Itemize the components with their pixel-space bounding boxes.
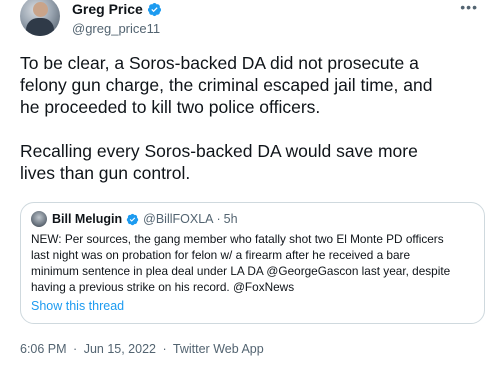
- tweet-text-line: lives than gun control.: [20, 163, 191, 183]
- avatar-body: [26, 18, 54, 36]
- quoted-separator: ·: [216, 212, 221, 226]
- verified-badge-icon: [147, 2, 161, 16]
- show-thread-link[interactable]: Show this thread: [31, 299, 124, 313]
- author-avatar[interactable]: [20, 0, 60, 36]
- author-name-row: Greg Price: [72, 1, 162, 17]
- tweet-header: Greg Price @greg_price11 •••: [20, 0, 490, 46]
- tweet-date[interactable]: Jun 15, 2022: [84, 342, 156, 356]
- meta-separator: ·: [162, 342, 167, 356]
- quoted-tweet-text: NEW: Per sources, the gang member who fa…: [31, 231, 481, 295]
- tweet-time[interactable]: 6:06 PM: [20, 342, 67, 356]
- tweet-text-line: To be clear, a Soros-backed DA did not p…: [20, 53, 419, 73]
- quoted-tweet[interactable]: Bill Melugin @BillFOXLA · 5h NEW: Per so…: [20, 202, 485, 324]
- avatar-head: [33, 2, 48, 17]
- tweet-card: Greg Price @greg_price11 ••• To be clear…: [0, 0, 500, 375]
- tweet-source[interactable]: Twitter Web App: [173, 342, 264, 356]
- tweet-text-line: Recalling every Soros-backed DA would sa…: [20, 141, 418, 161]
- quoted-text-line: having a previous strike on his record. …: [31, 280, 295, 294]
- quoted-tweet-header: Bill Melugin @BillFOXLA · 5h: [31, 211, 238, 227]
- more-icon[interactable]: •••: [460, 0, 478, 14]
- quoted-text-line: last night was on probation for felon w/…: [31, 248, 411, 262]
- author-handle[interactable]: @greg_price11: [72, 21, 160, 36]
- meta-separator: ·: [73, 342, 78, 356]
- tweet-text-line: felony gun charge, the criminal escaped …: [20, 75, 433, 95]
- quoted-text-line: minimum sentence in plea deal under LA D…: [31, 264, 451, 278]
- quoted-author-name: Bill Melugin: [52, 212, 123, 226]
- author-display-name[interactable]: Greg Price: [72, 1, 143, 17]
- quoted-author-avatar: [31, 211, 47, 227]
- quoted-author-handle: @BillFOXLA: [143, 212, 214, 226]
- tweet-meta: 6:06 PM · Jun 15, 2022 · Twitter Web App: [20, 342, 264, 356]
- quoted-text-line: NEW: Per sources, the gang member who fa…: [31, 232, 444, 246]
- tweet-text-line: he proceeded to kill two police officers…: [20, 97, 321, 117]
- tweet-text: To be clear, a Soros-backed DA did not p…: [20, 52, 490, 184]
- quoted-timestamp: 5h: [223, 212, 238, 226]
- verified-badge-icon: [126, 213, 139, 225]
